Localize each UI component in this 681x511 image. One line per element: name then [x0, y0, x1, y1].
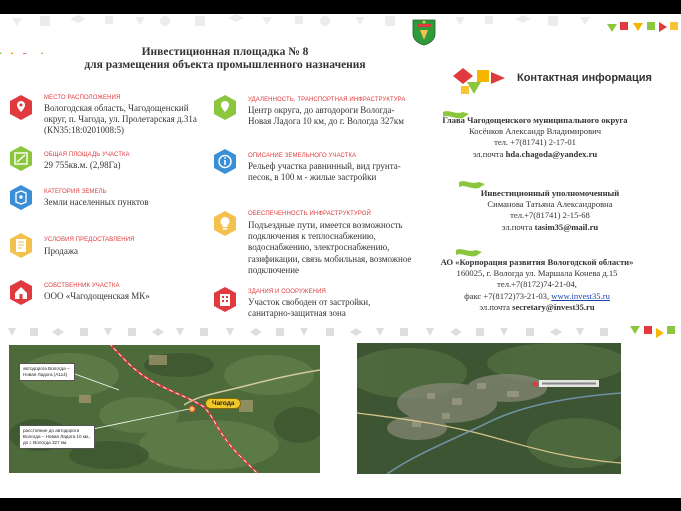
infrastructure-label: ОБЕСПЕЧЕННОСТЬ ИНФРАСТРУКТУРОЙ [248, 211, 371, 217]
building-icon [214, 287, 236, 312]
infrastructure-line3: водоснабжению, электроснабжению, [248, 242, 390, 253]
conditions-value: Продажа [44, 246, 79, 256]
contact-head-name: Косёнков Александр Владимирович [468, 126, 602, 137]
info-icon [214, 149, 236, 174]
contact-decor-icon [453, 68, 513, 96]
owner-label: СОБСТВЕННИК УЧАСТКА [44, 283, 120, 289]
location-line1: Вологодская область, Чагодощенский [44, 103, 189, 113]
bottom-bar [0, 498, 681, 511]
email-prefix: эл.почта [501, 221, 535, 232]
contact-corporation-address: 160025, г. Вологда ул. Маршала Конева д.… [456, 268, 618, 279]
land-category-icon [10, 185, 32, 210]
description-line1: Рельеф участка равнинный, вид грунта- [248, 161, 401, 171]
town-label: Чагода [205, 398, 242, 409]
document-icon [10, 233, 32, 258]
contact-head-title: Глава Чагодощенского муниципального окру… [442, 115, 628, 125]
contact-corporation-email-row: эл.почта secretary@invest35.ru [412, 302, 662, 313]
area-icon [10, 146, 32, 171]
location-line2: округ, п. Чагода, ул. Пролетарская д.31а [44, 114, 197, 125]
contact-corporation-fax-row: факс +7(8172)73-21-03, www.invest35.ru [412, 291, 662, 302]
page-title-line2: для размещения объекта промышленного наз… [84, 59, 366, 71]
info-item-land-category: КАТЕГОРИЯ ЗЕМЕЛЬ Земли населенных пункто… [10, 185, 210, 211]
contact-head-email-row: эл.почта hda.chagoda@yandex.ru [410, 149, 660, 160]
land-category-label: КАТЕГОРИЯ ЗЕМЕЛЬ [44, 189, 107, 195]
description-label: ОПИСАНИЕ ЗЕМЕЛЬНОГО УЧАСТКА [248, 153, 357, 159]
info-item-description: ОПИСАНИЕ ЗЕМЕЛЬНОГО УЧАСТКА Рельеф участ… [214, 149, 434, 189]
top-bar [0, 0, 681, 14]
info-item-location: МЕСТО РАСПОЛОЖЕНИЯ Вологодская область, … [10, 95, 210, 140]
fax-text: факс +7(8172)73-21-03, [464, 290, 552, 301]
info-item-owner: СОБСТВЕННИК УЧАСТКА ООО «Чагодощенская М… [10, 280, 210, 306]
land-category-value: Земли населенных пунктов [44, 197, 149, 207]
contact-title: Контактная информация [517, 72, 652, 84]
area-label: ОБЩАЯ ПЛОЩАДЬ УЧАСТКА [44, 152, 130, 158]
email-prefix: эл.почта [479, 301, 513, 312]
location-label: МЕСТО РАСПОЛОЖЕНИЯ [44, 95, 121, 101]
contact-head-phone: тел. +7(81741) 2-17-01 [494, 137, 576, 148]
info-item-buildings: ЗДАНИЯ И СООРУЖЕНИЯ Участок свободен от … [214, 287, 434, 323]
road-callout: автодорога Вологда – Новая Ладога (А114) [19, 363, 75, 381]
buildings-label: ЗДАНИЯ И СООРУЖЕНИЯ [248, 289, 326, 295]
contact-block-investment: Инвестиционный уполномоченный Симанова Т… [425, 188, 675, 233]
infrastructure-line2: подключения к теплоснабжению, [248, 231, 376, 242]
transport-icon [214, 95, 236, 120]
contact-corporation-email[interactable]: secretary@invest35.ru [512, 302, 595, 312]
info-item-area: ОБЩАЯ ПЛОЩАДЬ УЧАСТКА 29 755кв.м. (2,98Г… [10, 146, 210, 172]
description-value: Рельеф участка равнинный, вид грунта- пе… [248, 161, 448, 183]
page-title: Инвестиционная площадка № 8 для размещен… [60, 46, 390, 72]
location-line3: (КN35:18:0201008:5) [44, 125, 124, 136]
decorative-pattern-middle [0, 324, 681, 344]
contact-corporation-phone: тел.+7(8172)74-21-04, [497, 279, 577, 290]
infrastructure-line1: Подъездные пути, имеется возможность [248, 220, 403, 230]
contact-investment-title: Инвестиционный уполномоченный [480, 188, 620, 198]
page-title-line1: Инвестиционная площадка № 8 [141, 46, 309, 58]
distance-callout: расстояние до автодороги Вологда – Новая… [19, 425, 95, 449]
contact-investment-name: Симанова Татьяна Александровна [487, 199, 613, 210]
contact-block-head: Глава Чагодощенского муниципального окру… [410, 115, 660, 160]
info-item-conditions: УСЛОВИЯ ПРЕДОСТАВЛЕНИЯ Продажа [10, 233, 210, 259]
contact-investment-email-row: эл.почта tasim35@mail.ru [425, 222, 675, 233]
contact-head-email[interactable]: hda.chagoda@yandex.ru [506, 149, 598, 159]
contact-investment-phone: тел.+7(81741) 2-15-68 [510, 210, 590, 221]
location-map-satellite[interactable] [357, 343, 621, 474]
contact-investment-email[interactable]: tasim35@mail.ru [535, 222, 599, 232]
coat-of-arms-emblem [411, 18, 437, 46]
conditions-label: УСЛОВИЯ ПРЕДОСТАВЛЕНИЯ [44, 237, 135, 243]
info-item-transport: УДАЛЕННОСТЬ, ТРАНСПОРТНАЯ ИНФРАСТРУКТУРА… [214, 95, 434, 135]
lightbulb-icon [214, 211, 236, 236]
contact-block-corporation: АО «Корпорация развития Вологодской обла… [412, 257, 662, 313]
transport-label: УДАЛЕННОСТЬ, ТРАНСПОРТНАЯ ИНФРАСТРУКТУРА [248, 97, 406, 103]
description-line2: песок, в 100 м - жилые застройки [248, 172, 377, 183]
area-value: 29 755кв.м. (2,98Га) [44, 160, 121, 170]
owner-value: ООО «Чагодощенская МК» [44, 291, 150, 301]
contact-corporation-title: АО «Корпорация развития Вологодской обла… [440, 257, 634, 267]
owner-house-icon [10, 280, 32, 305]
location-value: Вологодская область, Чагодощенский округ… [44, 103, 224, 137]
website-link[interactable]: www.invest35.ru [551, 291, 610, 301]
email-prefix: эл.почта [472, 148, 506, 159]
location-map-overview[interactable]: автодорога Вологда – Новая Ладога (А114)… [9, 345, 320, 473]
map-pin-icon [10, 95, 32, 120]
info-item-infrastructure: ОБЕСПЕЧЕННОСТЬ ИНФРАСТРУКТУРОЙ Подъездны… [214, 211, 434, 281]
